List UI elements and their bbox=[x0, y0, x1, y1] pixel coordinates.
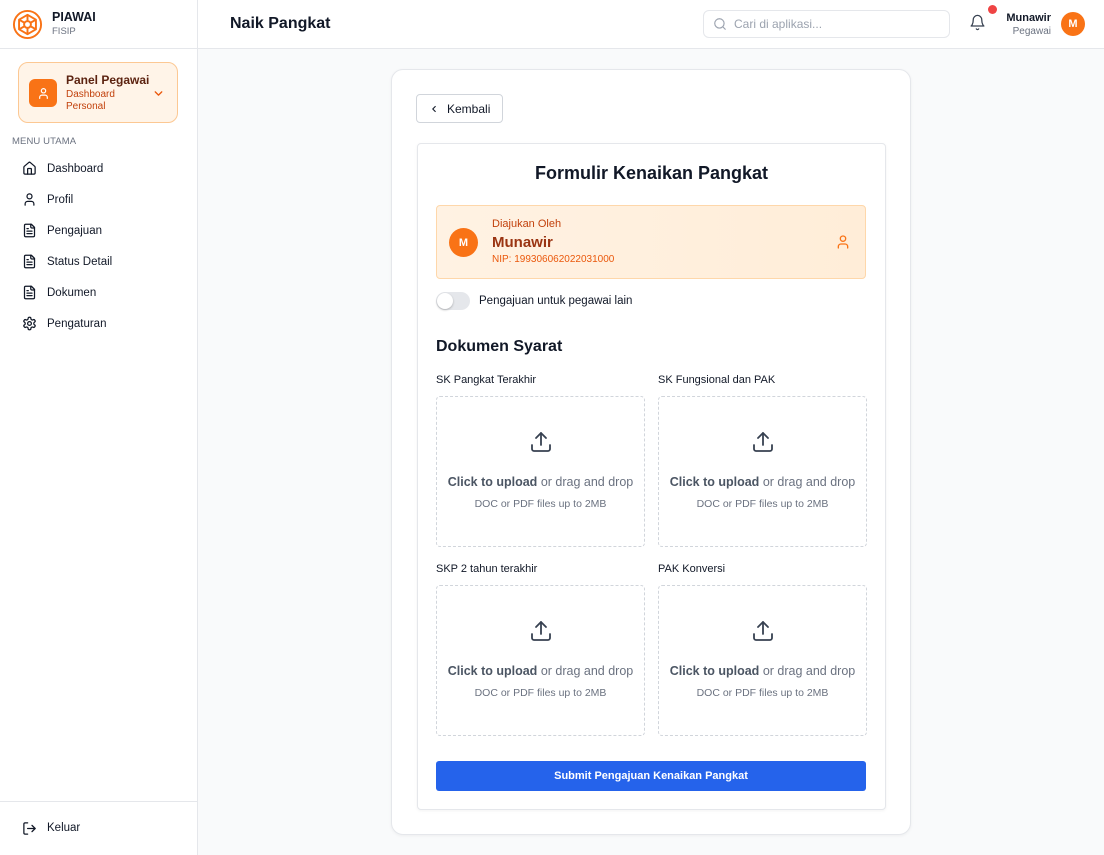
logout-label: Keluar bbox=[47, 822, 81, 834]
upload-hint: DOC or PDF files up to 2MB bbox=[696, 498, 829, 510]
document-pak-konversi: PAK Konversi Click to upload or drag and… bbox=[658, 562, 867, 736]
sidebar-item-label: Profil bbox=[47, 193, 74, 206]
upload-instructions: Click to upload or drag and drop bbox=[659, 663, 866, 679]
panel-text: Panel Pegawai Dashboard Personal bbox=[66, 73, 152, 113]
chevron-down-icon bbox=[152, 87, 165, 100]
upload-icon bbox=[529, 619, 553, 643]
drag-drop-text: or drag and drop bbox=[762, 475, 856, 489]
click-to-upload-link[interactable]: Click to upload bbox=[670, 664, 760, 678]
drag-drop-text: or drag and drop bbox=[540, 664, 634, 678]
document-sk-pangkat-terakhir: SK Pangkat Terakhir Click to upload or d… bbox=[436, 373, 645, 547]
notification-dot bbox=[988, 5, 997, 14]
avatar[interactable]: M bbox=[1061, 12, 1085, 36]
document-icon bbox=[22, 223, 37, 238]
document-skp-2-tahun: SKP 2 tahun terakhir Click to upload or … bbox=[436, 562, 645, 736]
upload-hint: DOC or PDF files up to 2MB bbox=[474, 498, 607, 510]
document-label: PAK Konversi bbox=[658, 563, 726, 575]
click-to-upload-link[interactable]: Click to upload bbox=[448, 664, 538, 678]
content-card: Kembali Formulir Kenaikan Pangkat M Diaj… bbox=[391, 69, 911, 835]
panel-subtitle: Dashboard Personal bbox=[66, 89, 115, 112]
panel-avatar bbox=[29, 79, 57, 107]
upload-hint: DOC or PDF files up to 2MB bbox=[474, 687, 607, 699]
document-label: SKP 2 tahun terakhir bbox=[436, 563, 538, 575]
sidebar-item-pengajuan[interactable]: Pengajuan bbox=[0, 215, 197, 246]
back-button[interactable]: Kembali bbox=[416, 94, 503, 123]
top-header: Naik Pangkat Munawir Pegawai M bbox=[198, 0, 1104, 49]
sidebar-item-label: Dokumen bbox=[47, 286, 97, 299]
upload-icon bbox=[751, 430, 775, 454]
panel-switcher[interactable]: Panel Pegawai Dashboard Personal bbox=[18, 62, 178, 123]
search-input[interactable] bbox=[734, 11, 944, 37]
chevron-left-icon bbox=[429, 104, 439, 114]
toggle-label: Pengajuan untuk pegawai lain bbox=[479, 295, 633, 307]
sidebar-item-label: Pengajuan bbox=[47, 224, 102, 237]
other-employee-toggle[interactable] bbox=[436, 292, 470, 310]
main-content: Kembali Formulir Kenaikan Pangkat M Diaj… bbox=[198, 49, 1104, 855]
document-label: SK Fungsional dan PAK bbox=[658, 374, 776, 386]
upload-instructions: Click to upload or drag and drop bbox=[437, 663, 644, 679]
upload-icon bbox=[529, 430, 553, 454]
search-box bbox=[703, 10, 950, 38]
submitter-label: Diajukan Oleh bbox=[492, 218, 562, 230]
main-menu: Dashboard Profil Pengajuan Status Detail… bbox=[0, 153, 197, 339]
sidebar-item-dokumen[interactable]: Dokumen bbox=[0, 277, 197, 308]
sidebar-item-profil[interactable]: Profil bbox=[0, 184, 197, 215]
upload-instructions: Click to upload or drag and drop bbox=[659, 474, 866, 490]
sidebar-item-label: Dashboard bbox=[47, 162, 104, 175]
form-title: Formulir Kenaikan Pangkat bbox=[534, 163, 769, 183]
upload-dropzone[interactable]: Click to upload or drag and drop DOC or … bbox=[658, 396, 867, 547]
submitter-nip: NIP: 199306062022031000 bbox=[492, 254, 615, 265]
sidebar-item-status-detail[interactable]: Status Detail bbox=[0, 246, 197, 277]
logout-button[interactable]: Keluar bbox=[0, 816, 197, 840]
submitter-name: Munawir bbox=[492, 234, 553, 251]
sidebar-item-dashboard[interactable]: Dashboard bbox=[0, 153, 197, 184]
menu-heading: MENU UTAMA bbox=[12, 136, 77, 147]
click-to-upload-link[interactable]: Click to upload bbox=[448, 475, 538, 489]
user-icon bbox=[22, 192, 37, 207]
search-icon bbox=[713, 17, 727, 31]
logo-icon bbox=[12, 9, 43, 40]
promotion-form: Formulir Kenaikan Pangkat M Diajukan Ole… bbox=[417, 143, 886, 810]
panel-title: Panel Pegawai bbox=[66, 73, 150, 87]
logout-icon bbox=[22, 821, 37, 836]
click-to-upload-link[interactable]: Click to upload bbox=[670, 475, 760, 489]
brand: PIAWAI FISIP bbox=[0, 0, 197, 49]
sidebar-item-label: Status Detail bbox=[47, 255, 113, 268]
sidebar: PIAWAI FISIP Panel Pegawai Dashboard Per… bbox=[0, 0, 198, 855]
section-title: Dokumen Syarat bbox=[436, 338, 563, 355]
document-icon bbox=[22, 285, 37, 300]
upload-dropzone[interactable]: Click to upload or drag and drop DOC or … bbox=[436, 585, 645, 736]
sidebar-item-pengaturan[interactable]: Pengaturan bbox=[0, 308, 197, 339]
bell-icon[interactable] bbox=[969, 14, 986, 31]
user-name: Munawir bbox=[1006, 12, 1051, 24]
upload-icon bbox=[751, 619, 775, 643]
page-title: Naik Pangkat bbox=[230, 15, 331, 32]
drag-drop-text: or drag and drop bbox=[540, 475, 634, 489]
user-role: Pegawai bbox=[1012, 26, 1051, 37]
sidebar-item-label: Pengaturan bbox=[47, 317, 107, 330]
user-icon bbox=[835, 234, 851, 250]
upload-dropzone[interactable]: Click to upload or drag and drop DOC or … bbox=[436, 396, 645, 547]
document-sk-fungsional-pak: SK Fungsional dan PAK Click to upload or… bbox=[658, 373, 867, 547]
toggle-knob bbox=[437, 293, 453, 309]
drag-drop-text: or drag and drop bbox=[762, 664, 856, 678]
submitter-avatar: M bbox=[449, 228, 478, 257]
upload-dropzone[interactable]: Click to upload or drag and drop DOC or … bbox=[658, 585, 867, 736]
user-icon bbox=[37, 87, 50, 100]
brand-name: PIAWAI bbox=[52, 10, 96, 24]
home-icon bbox=[22, 161, 37, 176]
gear-icon bbox=[22, 316, 37, 331]
brand-subtitle: FISIP bbox=[52, 26, 76, 37]
submit-button[interactable]: Submit Pengajuan Kenaikan Pangkat bbox=[436, 761, 866, 791]
upload-hint: DOC or PDF files up to 2MB bbox=[696, 687, 829, 699]
submitter-card: M Diajukan Oleh Munawir NIP: 19930606202… bbox=[436, 205, 866, 279]
document-icon bbox=[22, 254, 37, 269]
upload-instructions: Click to upload or drag and drop bbox=[437, 474, 644, 490]
back-button-label: Kembali bbox=[447, 101, 491, 116]
document-label: SK Pangkat Terakhir bbox=[436, 374, 537, 386]
sidebar-footer: Keluar bbox=[0, 801, 197, 855]
